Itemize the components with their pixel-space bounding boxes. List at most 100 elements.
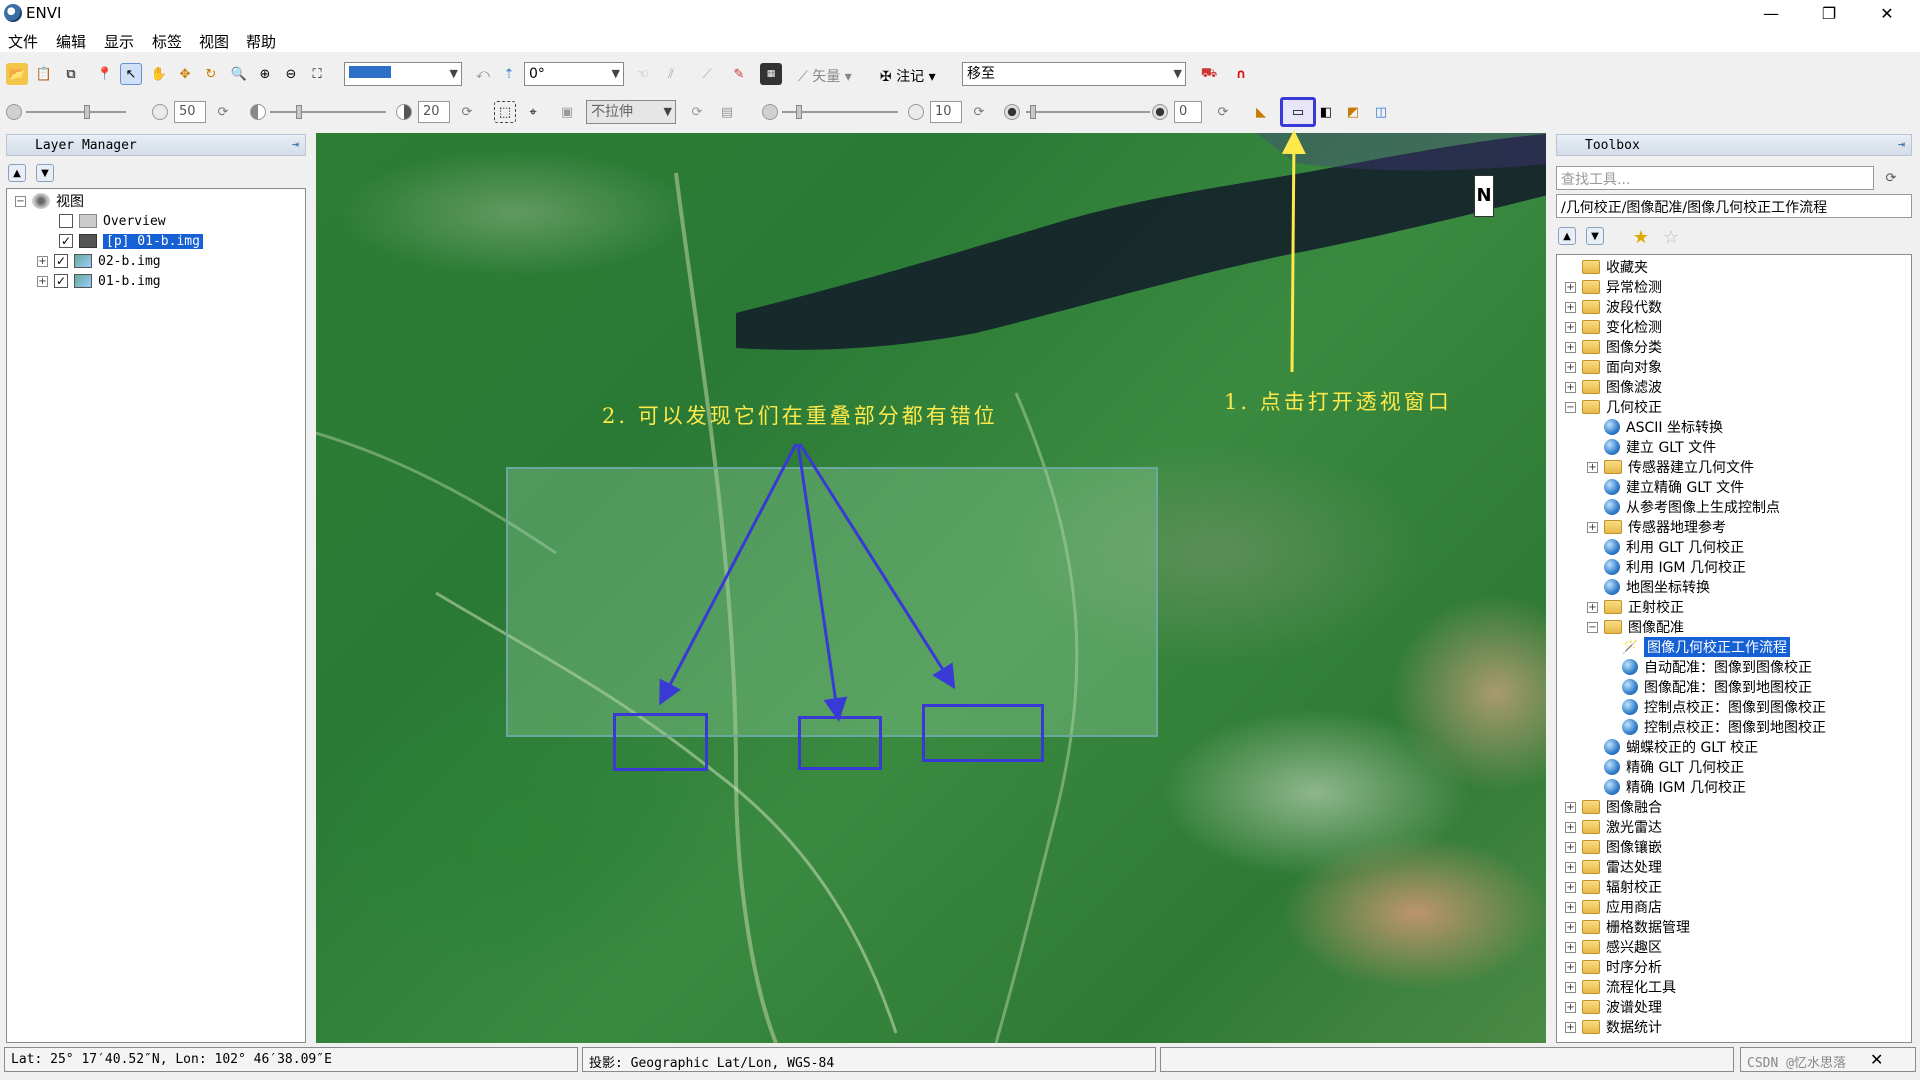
toolbox-item[interactable]: 控制点校正：图像到地图校正 [1605,717,1826,737]
expand-icon[interactable]: + [1565,381,1576,393]
tool-globe-icon [1604,419,1620,435]
expand-icon[interactable]: + [1565,301,1576,313]
toolbox-item[interactable]: 利用 GLT 几何校正 [1587,537,1744,557]
toolbox-item[interactable]: + 图像融合 [1565,797,1662,817]
toolbox-item[interactable]: 蝴蝶校正的 GLT 校正 [1587,737,1758,757]
toolbox-item-label: ASCII 坐标转换 [1626,420,1723,436]
toolbox-item[interactable]: + 图像镶嵌 [1565,837,1662,857]
expand-icon[interactable]: + [1565,841,1576,853]
expand-icon[interactable]: + [1565,801,1576,813]
expand-icon[interactable]: + [1565,941,1576,953]
toolbox-item[interactable]: + 传感器建立几何文件 [1587,457,1754,477]
expand-icon[interactable]: + [1565,361,1576,373]
tool-globe-icon [1604,559,1620,575]
tool-globe-icon [1622,679,1638,695]
folder-icon [1582,400,1600,414]
toolbox-item-label: 控制点校正：图像到图像校正 [1644,700,1826,716]
status-watermark: CSDN @忆水思落 [1740,1047,1916,1072]
toolbox-item-label: 几何校正 [1606,400,1662,416]
expand-all-icon[interactable]: ▼ [1586,227,1604,245]
expand-icon[interactable]: + [1565,881,1576,893]
toolbox-item[interactable]: + 激光雷达 [1565,817,1662,837]
expand-icon[interactable]: + [1587,461,1598,473]
expand-icon[interactable]: + [1565,981,1576,993]
toolbox-item-label: 应用商店 [1606,900,1662,916]
toolbox-item[interactable]: 精确 GLT 几何校正 [1587,757,1744,777]
expand-icon[interactable]: + [1565,861,1576,873]
toolbox-item-label: 正射校正 [1628,600,1684,616]
collapse-icon[interactable]: − [1587,621,1598,633]
folder-icon [1604,520,1622,534]
expand-icon[interactable]: + [1565,281,1576,293]
toolbox-item[interactable]: + 雷达处理 [1565,857,1662,877]
tool-globe-icon [1622,659,1638,675]
toolbox-item[interactable]: + 面向对象 [1565,357,1662,377]
toolbox-item[interactable]: + 栅格数据管理 [1565,917,1690,937]
toolbox-item[interactable]: 精确 IGM 几何校正 [1587,777,1746,797]
toolbox-item[interactable]: + 感兴趣区 [1565,937,1662,957]
annotation-step1: 1. 点击打开透视窗口 [1224,390,1452,414]
expand-icon[interactable]: + [1565,341,1576,353]
expand-icon[interactable]: + [1587,601,1598,613]
collapse-icon[interactable]: − [1565,401,1576,413]
toolbox-item[interactable]: 自动配准：图像到图像校正 [1605,657,1812,677]
tool-globe-icon [1622,699,1638,715]
toolbox-item-label: 蝴蝶校正的 GLT 校正 [1626,740,1759,756]
folder-icon [1582,860,1600,874]
toolbox-item[interactable]: − 图像配准 [1587,617,1684,637]
expand-icon[interactable]: + [1565,921,1576,933]
toolbox-item-label: 传感器地理参考 [1628,520,1726,536]
toolbox-item-label: 图像镶嵌 [1606,840,1662,856]
toolbox-search-input[interactable]: 查找工具... [1556,166,1874,190]
remove-favorite-star-icon[interactable]: ☆ [1660,226,1682,248]
toolbox-item[interactable]: + 数据统计 [1565,1017,1662,1037]
toolbox-item[interactable]: + 应用商店 [1565,897,1662,917]
status-projection: 投影: Geographic Lat/Lon, WGS-84 [582,1047,1156,1072]
toolbox-item[interactable]: 收藏夹 [1565,257,1648,277]
expand-icon[interactable]: + [1565,961,1576,973]
folder-icon [1582,300,1600,314]
toolbox-item[interactable]: + 辐射校正 [1565,877,1662,897]
toolbox-item[interactable]: 图像配准：图像到地图校正 [1605,677,1812,697]
tool-globe-icon [1604,479,1620,495]
folder-icon [1582,280,1600,294]
watermark-text: CSDN @忆水思落 [1747,1056,1846,1071]
expand-icon[interactable]: + [1565,1001,1576,1013]
status-close-icon[interactable]: ✕ [1870,1050,1883,1069]
toolbox-item[interactable]: + 异常检测 [1565,277,1662,297]
toolbox-header: Toolbox ⇥ [1556,134,1912,156]
toolbox-item[interactable]: ASCII 坐标转换 [1587,417,1723,437]
toolbox-item[interactable]: + 图像分类 [1565,337,1662,357]
folder-icon [1582,1000,1600,1014]
expand-icon[interactable]: + [1587,521,1598,533]
add-favorite-star-icon[interactable]: ★ [1630,226,1652,248]
pin-icon[interactable]: ⇥ [1898,137,1905,151]
toolbox-item[interactable]: 控制点校正：图像到图像校正 [1605,697,1826,717]
toolbox-item[interactable]: + 图像滤波 [1565,377,1662,397]
tool-globe-icon [1604,499,1620,515]
refresh-icon[interactable]: ⟳ [1880,167,1902,189]
toolbox-item[interactable]: + 传感器地理参考 [1587,517,1726,537]
toolbox-item[interactable]: + 时序分析 [1565,957,1662,977]
collapse-all-icon[interactable]: ▲ [1558,227,1576,245]
toolbox-item-label: 雷达处理 [1606,860,1662,876]
toolbox-item[interactable]: + 流程化工具 [1565,977,1676,997]
expand-icon[interactable]: + [1565,1021,1576,1033]
toolbox-item[interactable]: + 正射校正 [1587,597,1684,617]
expand-icon[interactable]: + [1565,321,1576,333]
expand-icon[interactable]: + [1565,821,1576,833]
toolbox-item[interactable]: 建立精确 GLT 文件 [1587,477,1744,497]
toolbox-item[interactable]: − 几何校正 [1565,397,1662,417]
toolbox-item[interactable]: + 变化检测 [1565,317,1662,337]
toolbox-item[interactable]: + 波谱处理 [1565,997,1662,1017]
toolbox-item[interactable]: 从参考图像上生成控制点 [1587,497,1780,517]
toolbox-item[interactable]: 🪄 图像几何校正工作流程 [1605,637,1790,657]
toolbox-item[interactable]: 地图坐标转换 [1587,577,1710,597]
toolbox-item-label: 建立精确 GLT 文件 [1626,480,1745,496]
toolbox-item[interactable]: 建立 GLT 文件 [1587,437,1716,457]
toolbox-item[interactable]: + 波段代数 [1565,297,1662,317]
toolbox-item[interactable]: 利用 IGM 几何校正 [1587,557,1746,577]
tool-globe-icon [1604,539,1620,555]
toolbox-item-label: 控制点校正：图像到地图校正 [1644,720,1826,736]
expand-icon[interactable]: + [1565,901,1576,913]
